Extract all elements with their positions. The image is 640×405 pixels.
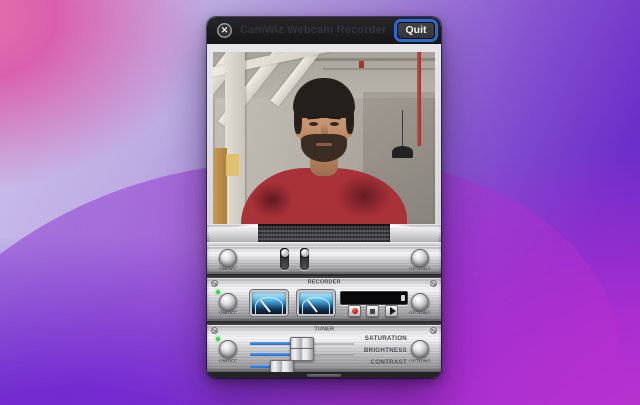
cabinet bbox=[213, 148, 227, 224]
play-button[interactable] bbox=[385, 305, 398, 317]
options-knob[interactable] bbox=[411, 340, 429, 358]
shirt-print bbox=[337, 174, 391, 218]
slider-fill bbox=[250, 353, 292, 356]
toggle-switch-2[interactable] bbox=[300, 248, 309, 270]
onoff-label: ON/OFF bbox=[218, 311, 238, 316]
onoff-knob[interactable] bbox=[219, 249, 237, 267]
lamp-cord bbox=[402, 110, 403, 148]
slider-fill bbox=[250, 342, 292, 345]
options-label: OPTIONS bbox=[409, 267, 431, 272]
app-window: ✕ CamWiz Webcam Recorder Quit ON/OFF OPT… bbox=[207, 17, 441, 378]
brightness-label: BRIGHTNESS bbox=[363, 347, 407, 354]
window-title: CamWiz Webcam Recorder bbox=[240, 24, 387, 36]
hanging-lamp bbox=[392, 146, 413, 158]
red-pipe bbox=[417, 52, 421, 146]
person-hair bbox=[294, 104, 302, 134]
options-label: OPTIONS bbox=[409, 311, 431, 316]
toggle-switch-1[interactable] bbox=[280, 248, 289, 270]
toggle-knob bbox=[280, 249, 289, 257]
power-led bbox=[216, 290, 220, 294]
person-hair bbox=[346, 104, 354, 134]
stop-button[interactable] bbox=[366, 305, 379, 317]
options-label: OPTIONS bbox=[409, 359, 431, 364]
pillar bbox=[225, 52, 245, 224]
tuner-panel: TUNER ON/OFF SATURATION BRIGHTNESS CONTR… bbox=[207, 325, 441, 373]
desktop-wallpaper: ✕ CamWiz Webcam Recorder Quit ON/OFF OPT… bbox=[0, 0, 640, 405]
options-knob[interactable] bbox=[411, 249, 429, 267]
onoff-label: ON/OFF bbox=[218, 359, 238, 364]
switch-panel: ON/OFF OPTIONS bbox=[207, 246, 441, 274]
recorder-panel: RECORDER ON/OFF OPTIONS bbox=[207, 278, 441, 321]
shirt-print bbox=[251, 182, 293, 218]
close-icon: ✕ bbox=[220, 25, 229, 35]
recorder-title: RECORDER bbox=[307, 279, 341, 286]
onoff-knob[interactable] bbox=[219, 340, 237, 358]
grille-strip bbox=[207, 224, 441, 246]
speaker-grille bbox=[257, 224, 391, 243]
vu-meter-right bbox=[297, 290, 335, 316]
toggle-knob bbox=[300, 249, 309, 257]
resize-handle[interactable] bbox=[307, 373, 341, 377]
titlebar[interactable]: ✕ CamWiz Webcam Recorder Quit bbox=[207, 17, 441, 44]
saturation-label: SATURATION bbox=[364, 335, 407, 342]
slider-fill bbox=[250, 365, 272, 368]
onoff-label: ON/OFF bbox=[218, 267, 238, 272]
vu-meter-left bbox=[250, 290, 288, 316]
onoff-knob[interactable] bbox=[219, 293, 237, 311]
person-beard bbox=[301, 134, 347, 162]
close-button[interactable]: ✕ bbox=[217, 23, 232, 38]
ceiling-fixture bbox=[359, 61, 364, 68]
person-shirt bbox=[241, 168, 407, 224]
person-eye bbox=[330, 122, 339, 126]
stop-icon bbox=[370, 308, 375, 314]
window-bottom-bar bbox=[207, 372, 441, 378]
play-icon bbox=[389, 307, 396, 315]
tape-display bbox=[340, 291, 408, 305]
quit-button[interactable]: Quit bbox=[397, 22, 435, 39]
record-button[interactable] bbox=[348, 305, 361, 317]
person-mouth bbox=[316, 143, 332, 146]
ceiling-pipe bbox=[305, 58, 435, 61]
person-eye bbox=[309, 122, 318, 126]
record-icon bbox=[351, 308, 358, 314]
grille-flange-right bbox=[390, 224, 438, 243]
webcam-preview bbox=[213, 52, 435, 224]
power-led bbox=[216, 337, 220, 341]
tuner-title: TUNER bbox=[313, 326, 335, 333]
grille-flange-left bbox=[210, 224, 258, 243]
cabinet-box bbox=[226, 154, 239, 176]
options-knob[interactable] bbox=[411, 293, 429, 311]
person-head bbox=[293, 78, 355, 168]
